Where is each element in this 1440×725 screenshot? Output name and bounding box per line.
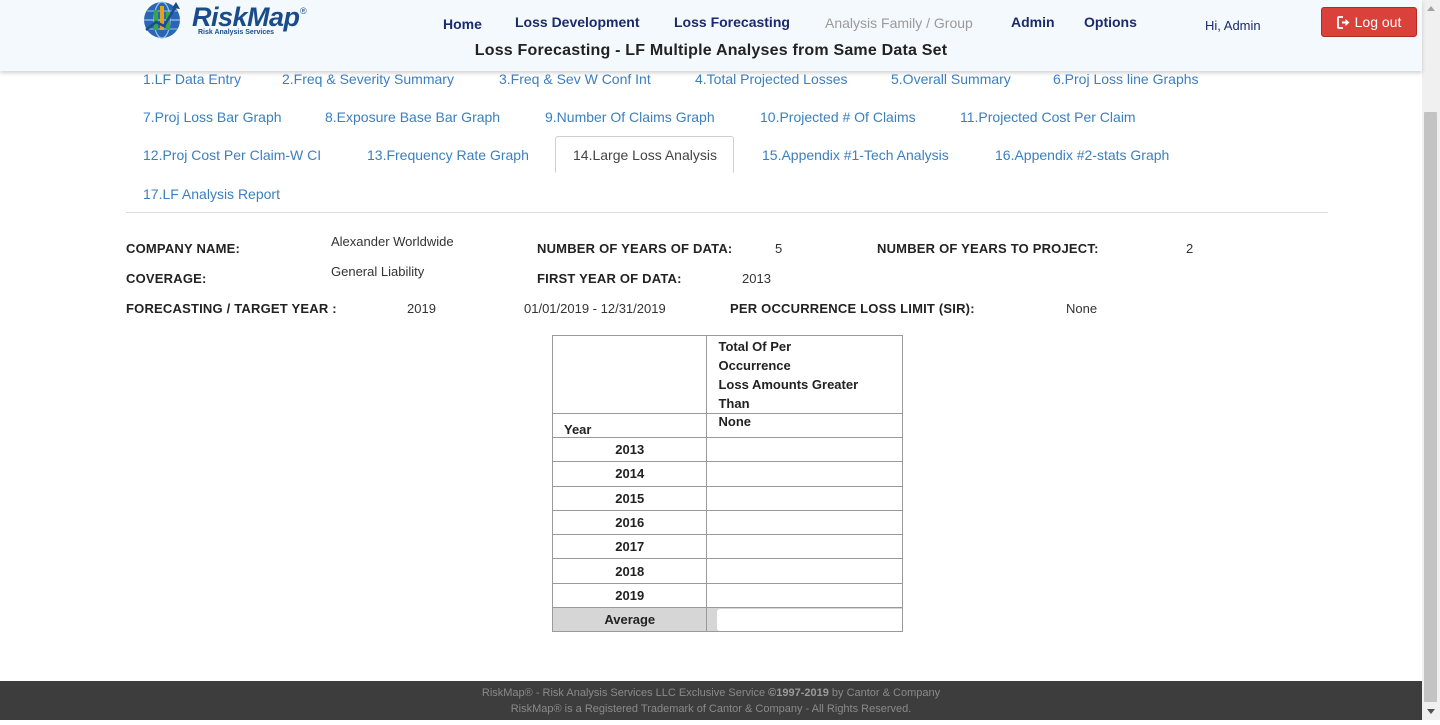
- first-year-label: FIRST YEAR OF DATA:: [537, 271, 682, 286]
- logout-label: Log out: [1354, 14, 1402, 30]
- user-greeting: Hi, Admin: [1205, 18, 1261, 33]
- header-blank-cell: [551, 335, 708, 414]
- target-year-value: 2019: [407, 301, 436, 316]
- tab-appendix-1-tech-analysis[interactable]: 15.Appendix #1-Tech Analysis: [762, 147, 949, 163]
- amount-cell: [706, 534, 903, 560]
- sir-label: PER OCCURRENCE LOSS LIMIT (SIR):: [730, 301, 975, 316]
- table-row: 2013: [551, 436, 903, 463]
- table-row: 2016: [551, 509, 903, 536]
- nav-options[interactable]: Options: [1084, 14, 1137, 30]
- coverage-label: COVERAGE:: [126, 271, 207, 286]
- scroll-down-arrow-icon[interactable]: [1422, 702, 1440, 720]
- tabs-divider: [126, 212, 1328, 213]
- tab-projected-cost-per-claim[interactable]: 11.Projected Cost Per Claim: [960, 109, 1136, 125]
- tab-freq-severity-summary[interactable]: 2.Freq & Severity Summary: [282, 71, 454, 87]
- table-row: 2015: [551, 485, 903, 511]
- company-name-value: Alexander Worldwide: [331, 234, 454, 249]
- year-cell: 2014: [551, 461, 708, 487]
- footer-copyright: RiskMap® - Risk Analysis Services LLC Ex…: [481, 687, 941, 699]
- average-value-cell: [706, 607, 903, 633]
- table-header-row: Total Of Per Occurrence Loss Amounts Gre…: [551, 335, 903, 414]
- nav-analysis-family-group[interactable]: Analysis Family / Group: [825, 15, 973, 31]
- tab-proj-cost-per-claim-ci[interactable]: 12.Proj Cost Per Claim-W CI: [143, 147, 321, 163]
- table-subheader-row: Year None: [551, 413, 903, 438]
- table-row: 2017: [551, 534, 903, 560]
- tab-large-loss-analysis[interactable]: 14.Large Loss Analysis: [555, 136, 734, 173]
- tab-projected-num-claims[interactable]: 10.Projected # Of Claims: [760, 109, 916, 125]
- amount-cell: [706, 582, 903, 609]
- target-date-range: 01/01/2019 - 12/31/2019: [524, 301, 666, 316]
- nav-loss-development[interactable]: Loss Development: [515, 14, 639, 30]
- amount-cell: [706, 509, 903, 536]
- tab-proj-loss-line-graphs[interactable]: 6.Proj Loss line Graphs: [1053, 71, 1199, 87]
- average-value: [717, 608, 902, 631]
- coverage-value: General Liability: [331, 264, 425, 279]
- nav-home[interactable]: Home: [443, 16, 482, 32]
- amount-cell: [706, 558, 903, 584]
- top-header: RiskMap ® Risk Analysis Services Home Lo…: [0, 0, 1422, 71]
- tab-overall-summary[interactable]: 5.Overall Summary: [891, 71, 1011, 87]
- year-column-label: Year: [551, 413, 708, 438]
- tab-appendix-2-stats-graph[interactable]: 16.Appendix #2-stats Graph: [995, 147, 1169, 163]
- scroll-up-arrow-icon[interactable]: [1422, 0, 1440, 18]
- tab-freq-sev-conf-int[interactable]: 3.Freq & Sev W Conf Int: [499, 71, 651, 87]
- footer-trademark: RiskMap® is a Registered Trademark of Ca…: [510, 703, 912, 715]
- year-cell: 2013: [551, 436, 708, 463]
- tab-lf-data-entry[interactable]: 1.LF Data Entry: [143, 71, 241, 87]
- nav-loss-forecasting[interactable]: Loss Forecasting: [674, 14, 790, 30]
- year-cell: 2019: [551, 582, 708, 609]
- vertical-scrollbar[interactable]: [1422, 0, 1440, 720]
- company-name-label: COMPANY NAME:: [126, 241, 241, 256]
- tab-total-projected-losses[interactable]: 4.Total Projected Losses: [695, 71, 848, 87]
- table-row: 2019: [551, 582, 903, 609]
- year-cell: 2015: [551, 485, 708, 511]
- tab-frequency-rate-graph[interactable]: 13.Frequency Rate Graph: [367, 147, 529, 163]
- years-to-project-label: NUMBER OF YEARS TO PROJECT:: [877, 241, 1099, 256]
- year-cell: 2016: [551, 509, 708, 536]
- table-row: 2014: [551, 461, 903, 487]
- years-of-data-value: 5: [775, 241, 783, 256]
- table-row: 2018: [551, 558, 903, 584]
- scrollbar-thumb[interactable]: [1424, 112, 1437, 702]
- tab-exposure-base-bar-graph[interactable]: 8.Exposure Base Bar Graph: [325, 109, 500, 125]
- amount-cell: [706, 436, 903, 463]
- page-title: Loss Forecasting - LF Multiple Analyses …: [474, 42, 948, 59]
- average-label: Average: [551, 607, 708, 633]
- header-loss-amounts: Total Of Per Occurrence Loss Amounts Gre…: [706, 335, 903, 414]
- amount-cell: [706, 485, 903, 511]
- page-footer: RiskMap® - Risk Analysis Services LLC Ex…: [0, 681, 1422, 720]
- target-year-label: FORECASTING / TARGET YEAR :: [126, 301, 337, 316]
- first-year-value: 2013: [742, 271, 771, 286]
- tab-proj-loss-bar-graph[interactable]: 7.Proj Loss Bar Graph: [143, 109, 282, 125]
- nav-admin[interactable]: Admin: [1011, 14, 1055, 30]
- threshold-label: None: [706, 413, 903, 438]
- large-loss-table: Total Of Per Occurrence Loss Amounts Gre…: [551, 335, 903, 633]
- tab-number-of-claims-graph[interactable]: 9.Number Of Claims Graph: [545, 109, 715, 125]
- logout-icon: [1336, 15, 1350, 29]
- year-cell: 2017: [551, 534, 708, 560]
- amount-cell: [706, 461, 903, 487]
- logout-button[interactable]: Log out: [1321, 7, 1417, 37]
- tab-lf-analysis-report[interactable]: 17.LF Analysis Report: [143, 186, 280, 202]
- average-row: Average: [551, 607, 903, 633]
- year-cell: 2018: [551, 558, 708, 584]
- years-of-data-label: NUMBER OF YEARS OF DATA:: [537, 241, 733, 256]
- years-to-project-value: 2: [1186, 241, 1194, 256]
- sir-value: None: [1066, 301, 1098, 316]
